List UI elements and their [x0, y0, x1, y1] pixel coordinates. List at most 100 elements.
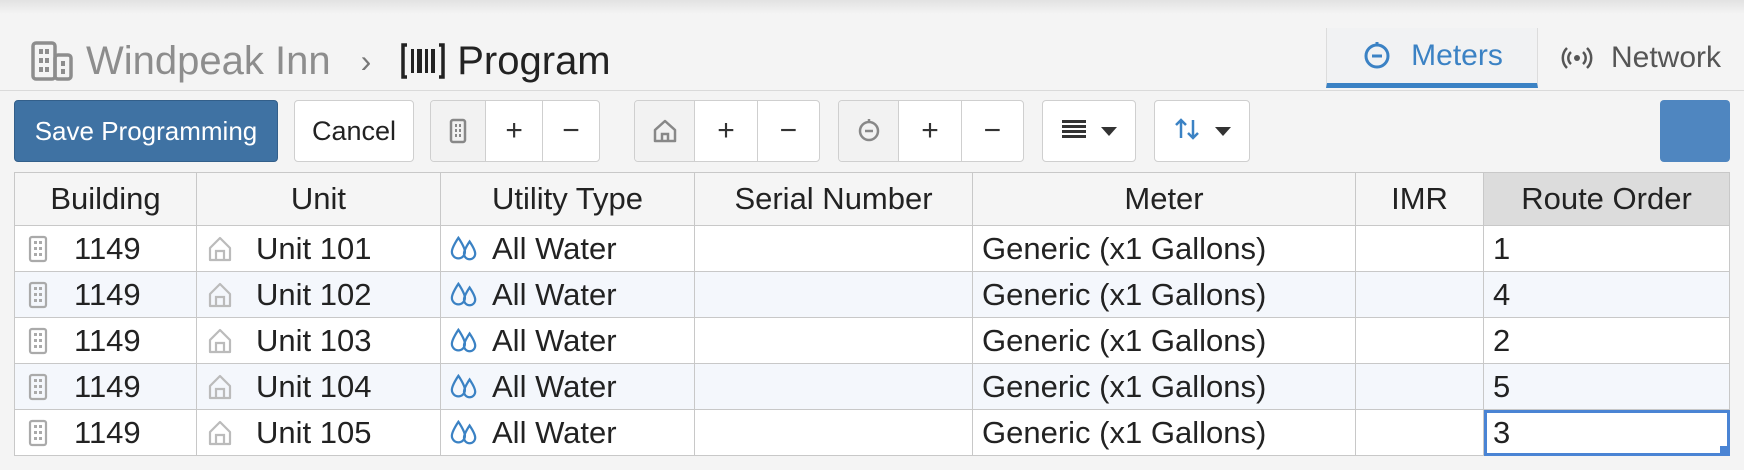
remove-unit-button[interactable]: −	[756, 101, 819, 161]
unit-value: Unit 101	[256, 230, 372, 266]
serial-number-cell[interactable]	[694, 317, 973, 364]
route-order-cell[interactable]: 3	[1483, 409, 1730, 456]
imr-cell[interactable]	[1355, 225, 1484, 272]
imr-cell[interactable]	[1355, 271, 1484, 318]
utility-type-cell[interactable]: All Water	[440, 271, 695, 318]
building-button-group: + −	[430, 100, 600, 162]
imr-cell[interactable]	[1355, 317, 1484, 364]
building-value: 1149	[74, 414, 141, 450]
building-icon	[431, 101, 486, 161]
serial-number-cell[interactable]	[694, 409, 973, 456]
tab-meters-label: Meters	[1411, 38, 1503, 72]
route-order-value: 1	[1493, 230, 1511, 266]
unit-value: Unit 105	[256, 414, 372, 450]
add-meter-button[interactable]: +	[898, 101, 960, 161]
water-drops-icon	[450, 326, 478, 356]
remove-building-button[interactable]: −	[542, 101, 599, 161]
route-order-value: 3	[1493, 414, 1511, 450]
table-row[interactable]: 1149 Unit 105 All Water Generic (x1 Gallons…	[14, 409, 1730, 456]
utility-type-value: All Water	[492, 368, 617, 404]
column-header-meter[interactable]: Meter	[972, 172, 1356, 226]
page-title: Program	[457, 38, 611, 83]
route-order-cell[interactable]: 5	[1483, 363, 1730, 410]
utility-type-cell[interactable]: All Water	[440, 409, 695, 456]
imr-cell[interactable]	[1355, 363, 1484, 410]
add-building-button[interactable]: +	[485, 101, 542, 161]
meter-cell[interactable]: Generic (x1 Gallons)	[972, 317, 1356, 364]
building-icon	[24, 234, 52, 264]
align-dropdown[interactable]	[1042, 100, 1136, 162]
color-picker-button[interactable]	[1660, 100, 1730, 162]
route-order-cell[interactable]: 1	[1483, 225, 1730, 272]
building-value: 1149	[74, 368, 141, 404]
column-header-route-order[interactable]: Route Order	[1483, 172, 1730, 226]
unit-cell[interactable]: Unit 102	[196, 271, 441, 318]
route-order-cell[interactable]: 4	[1483, 271, 1730, 318]
align-icon	[1061, 118, 1087, 145]
tab-network[interactable]: Network	[1538, 28, 1744, 88]
column-header-imr[interactable]: IMR	[1355, 172, 1484, 226]
building-cell[interactable]: 1149	[14, 271, 197, 318]
building-cell[interactable]: 1149	[14, 225, 197, 272]
meter-cell[interactable]: Generic (x1 Gallons)	[972, 225, 1356, 272]
top-shadow	[0, 0, 1744, 14]
building-icon	[24, 280, 52, 310]
home-icon	[635, 101, 695, 161]
building-cell[interactable]: 1149	[14, 317, 197, 364]
building-cell[interactable]: 1149	[14, 409, 197, 456]
serial-number-cell[interactable]	[694, 271, 973, 318]
unit-cell[interactable]: Unit 104	[196, 363, 441, 410]
column-header-serial-number[interactable]: Serial Number	[694, 172, 973, 226]
water-drops-icon	[450, 418, 478, 448]
utility-type-cell[interactable]: All Water	[440, 225, 695, 272]
breadcrumb: Windpeak Inn › Program	[30, 34, 611, 88]
tab-meters[interactable]: Meters	[1326, 28, 1538, 88]
building-icon	[24, 326, 52, 356]
meter-icon	[839, 101, 899, 161]
utility-type-value: All Water	[492, 276, 617, 312]
column-header-building[interactable]: Building	[14, 172, 197, 226]
building-icon	[24, 418, 52, 448]
meter-cell[interactable]: Generic (x1 Gallons)	[972, 409, 1356, 456]
route-order-cell[interactable]: 2	[1483, 317, 1730, 364]
meter-button-group: + −	[838, 100, 1024, 162]
meter-cell[interactable]: Generic (x1 Gallons)	[972, 363, 1356, 410]
unit-value: Unit 103	[256, 322, 372, 358]
serial-number-cell[interactable]	[694, 363, 973, 410]
building-cell[interactable]: 1149	[14, 363, 197, 410]
column-header-utility-type[interactable]: Utility Type	[440, 172, 695, 226]
column-header-unit[interactable]: Unit	[196, 172, 441, 226]
chevron-down-icon	[1101, 126, 1117, 136]
sort-dropdown[interactable]	[1154, 100, 1250, 162]
utility-type-value: All Water	[492, 230, 617, 266]
remove-meter-button[interactable]: −	[960, 101, 1023, 161]
cancel-button[interactable]: Cancel	[294, 100, 414, 162]
table-row[interactable]: 1149 Unit 103 All Water Generic (x1 Gallons…	[14, 317, 1730, 364]
utility-type-cell[interactable]: All Water	[440, 363, 695, 410]
unit-cell[interactable]: Unit 101	[196, 225, 441, 272]
water-drops-icon	[450, 280, 478, 310]
unit-value: Unit 104	[256, 368, 372, 404]
utility-type-value: All Water	[492, 414, 617, 450]
home-icon	[206, 234, 234, 264]
route-order-value: 4	[1493, 276, 1511, 312]
unit-cell[interactable]: Unit 103	[196, 317, 441, 364]
add-unit-button[interactable]: +	[694, 101, 756, 161]
serial-number-cell[interactable]	[694, 225, 973, 272]
save-programming-button[interactable]: Save Programming	[14, 100, 278, 162]
meter-cell[interactable]: Generic (x1 Gallons)	[972, 271, 1356, 318]
table-row[interactable]: 1149 Unit 102 All Water Generic (x1 Gallons…	[14, 271, 1730, 318]
route-order-value: 5	[1493, 368, 1511, 404]
home-icon	[206, 326, 234, 356]
chevron-down-icon	[1215, 126, 1231, 136]
imr-cell[interactable]	[1355, 409, 1484, 456]
meters-table: Building Unit Utility Type Serial Number…	[14, 172, 1730, 456]
unit-cell[interactable]: Unit 105	[196, 409, 441, 456]
table-row[interactable]: 1149 Unit 101 All Water Generic (x1 Gallons…	[14, 225, 1730, 272]
utility-type-cell[interactable]: All Water	[440, 317, 695, 364]
breadcrumb-building-link[interactable]: Windpeak Inn	[86, 39, 331, 84]
fill-handle[interactable]	[1720, 446, 1729, 455]
table-body: 1149 Unit 101 All Water Generic (x1 Gallons…	[14, 225, 1730, 456]
unit-button-group: + −	[634, 100, 820, 162]
table-row[interactable]: 1149 Unit 104 All Water Generic (x1 Gallons…	[14, 363, 1730, 410]
